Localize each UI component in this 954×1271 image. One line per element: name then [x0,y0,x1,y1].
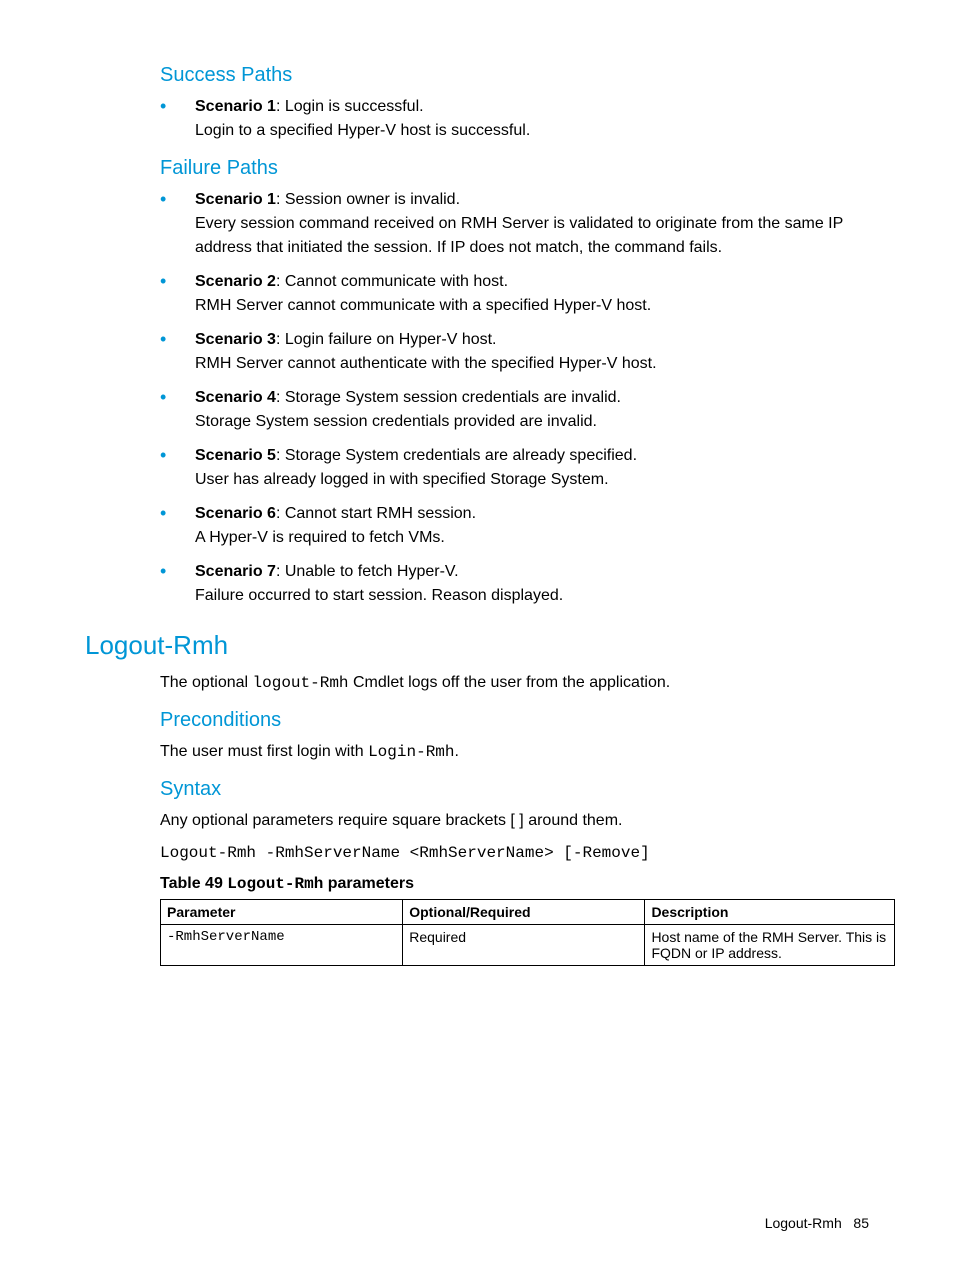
scenario-title: Cannot communicate with host. [285,273,508,290]
scenario-label: Scenario 1 [195,98,276,115]
scenario-label: Scenario 7 [195,563,276,580]
list-item: Scenario 5: Storage System credentials a… [160,444,869,492]
page-footer: Logout-Rmh 85 [765,1215,869,1231]
scenario-title: Login is successful. [285,98,424,115]
caption-post: parameters [323,875,414,892]
footer-page: 85 [853,1215,869,1231]
scenario-title: Unable to fetch Hyper-V. [285,563,459,580]
intro-code: logout-Rmh [253,674,349,692]
list-item: Scenario 3: Login failure on Hyper-V hos… [160,328,869,376]
scenario-label: Scenario 2 [195,273,276,290]
heading-preconditions: Preconditions [160,709,869,732]
caption-pre: Table 49 [160,875,227,892]
preconditions-text: The user must first login with Login-Rmh… [160,740,869,764]
list-item: Scenario 1: Login is successful. Login t… [160,95,869,143]
logout-intro: The optional logout-Rmh Cmdlet logs off … [160,671,869,695]
footer-title: Logout-Rmh [765,1215,842,1231]
pre-text-post: . [455,743,459,760]
scenario-label: Scenario 3 [195,331,276,348]
pre-text-pre: The user must first login with [160,743,368,760]
parameters-table: Parameter Optional/Required Description … [160,899,895,966]
scenario-detail: RMH Server cannot communicate with a spe… [195,297,651,314]
success-list: Scenario 1: Login is successful. Login t… [160,95,869,143]
scenario-title: Login failure on Hyper-V host. [285,331,497,348]
scenario-detail: A Hyper-V is required to fetch VMs. [195,529,445,546]
col-description: Description [645,900,895,925]
scenario-label: Scenario 4 [195,389,276,406]
list-item: Scenario 7: Unable to fetch Hyper-V. Fai… [160,560,869,608]
list-item: Scenario 1: Session owner is invalid. Ev… [160,188,869,260]
table-header-row: Parameter Optional/Required Description [161,900,895,925]
scenario-label: Scenario 1 [195,191,276,208]
table-caption: Table 49 Logout-Rmh parameters [160,875,869,893]
col-parameter: Parameter [161,900,403,925]
heading-failure-paths: Failure Paths [160,157,869,180]
cell-optional-required: Required [403,925,645,966]
list-item: Scenario 2: Cannot communicate with host… [160,270,869,318]
scenario-title: Cannot start RMH session. [285,505,476,522]
caption-code: Logout-Rmh [227,875,323,893]
heading-syntax: Syntax [160,778,869,801]
scenario-title: Storage System session credentials are i… [285,389,621,406]
pre-code: Login-Rmh [368,743,454,761]
page-content: Success Paths Scenario 1: Login is succe… [0,0,954,1271]
syntax-code: Logout-Rmh -RmhServerName <RmhServerName… [160,841,869,865]
scenario-detail: Storage System session credentials provi… [195,413,597,430]
cell-description: Host name of the RMH Server. This is FQD… [645,925,895,966]
scenario-title: Session owner is invalid. [285,191,460,208]
intro-text-post: Cmdlet logs off the user from the applic… [349,674,671,691]
table-row: -RmhServerName Required Host name of the… [161,925,895,966]
scenario-label: Scenario 6 [195,505,276,522]
list-item: Scenario 6: Cannot start RMH session. A … [160,502,869,550]
scenario-title: Storage System credentials are already s… [285,447,637,464]
scenario-detail: Failure occurred to start session. Reaso… [195,587,563,604]
list-item: Scenario 4: Storage System session crede… [160,386,869,434]
heading-success-paths: Success Paths [160,64,869,87]
scenario-detail: Every session command received on RMH Se… [195,215,843,256]
intro-text-pre: The optional [160,674,253,691]
heading-logout-rmh: Logout-Rmh [85,630,869,661]
scenario-detail: User has already logged in with specifie… [195,471,609,488]
failure-list: Scenario 1: Session owner is invalid. Ev… [160,188,869,608]
scenario-label: Scenario 5 [195,447,276,464]
scenario-detail: Login to a specified Hyper-V host is suc… [195,122,530,139]
col-optional-required: Optional/Required [403,900,645,925]
syntax-note: Any optional parameters require square b… [160,809,869,833]
cell-parameter: -RmhServerName [161,925,403,966]
scenario-detail: RMH Server cannot authenticate with the … [195,355,657,372]
